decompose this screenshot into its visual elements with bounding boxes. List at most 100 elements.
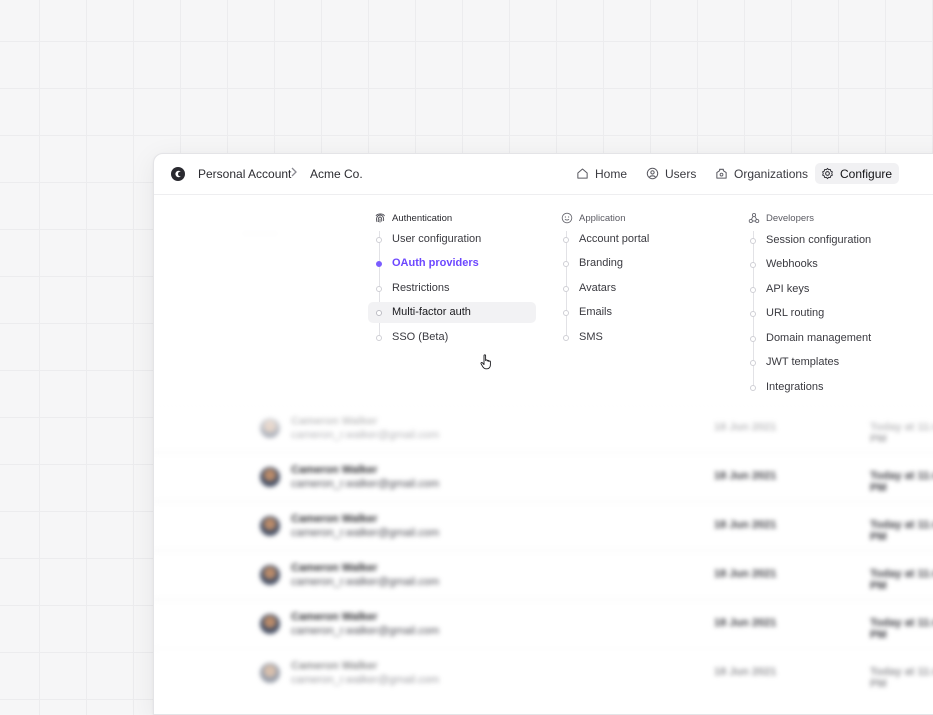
- menu-item-sms[interactable]: SMS: [555, 327, 723, 348]
- menu-item-sso-beta[interactable]: SSO (Beta): [368, 327, 536, 348]
- menu-item-restrictions[interactable]: Restrictions: [368, 278, 536, 299]
- app-window: Personal Account Acme Co. Home Users Org…: [153, 153, 933, 715]
- menu-item-multi-factor-auth[interactable]: Multi-factor auth: [368, 302, 536, 323]
- nav-home-label: Home: [595, 166, 628, 181]
- menu-heading-developers-label: Developers: [766, 212, 815, 224]
- user-last-signed-in: Today at 11:48 PM: [870, 617, 933, 641]
- menu-bullet: [376, 334, 382, 341]
- user-name: Cameron Walker: [291, 611, 378, 623]
- table-row[interactable]: Cameron Walker cameron_r.walker@gmail.com…: [154, 599, 933, 649]
- user-email: cameron_r.walker@gmail.com: [291, 674, 440, 686]
- user-avatar: [260, 565, 280, 585]
- menu-item-oauth-providers[interactable]: OAuth providers: [368, 253, 536, 274]
- menu-item-user-configuration[interactable]: User configuration: [368, 229, 536, 250]
- menu-fade: [154, 394, 933, 438]
- menu-bullet: [563, 285, 569, 292]
- table-row[interactable]: Cameron Walker cameron_r.walker@gmail.com…: [154, 550, 933, 600]
- table-row[interactable]: Cameron Walker cameron_r.walker@gmail.com…: [154, 648, 933, 698]
- webhook-icon: [748, 212, 760, 224]
- nav-users[interactable]: Users: [646, 163, 696, 184]
- menu-item-label: User configuration: [392, 233, 482, 245]
- user-last-signed-in: Today at 11:48 PM: [870, 470, 933, 494]
- menu-item-jwt-templates[interactable]: JWT templates: [742, 352, 910, 373]
- menu-item-label: Avatars: [579, 282, 617, 294]
- breadcrumb-account[interactable]: Personal Account: [198, 167, 291, 181]
- menu-heading-authentication-label: Authentication: [392, 212, 453, 224]
- user-last-signed-in: Today at 11:48 PM: [870, 666, 933, 690]
- app-logo-icon[interactable]: [170, 166, 186, 182]
- menu-bullet: [563, 334, 569, 341]
- user-created-date: 18 Jun 2021: [714, 470, 777, 482]
- user-email: cameron_r.walker@gmail.com: [291, 625, 440, 637]
- user-avatar: [260, 663, 280, 683]
- menu-item-label: API keys: [766, 283, 810, 295]
- user-email: cameron_r.walker@gmail.com: [291, 576, 440, 588]
- menu-item-label: Branding: [579, 257, 624, 269]
- pointer-hand-icon: [480, 354, 491, 370]
- menu-item-label: Session configuration: [766, 234, 872, 246]
- menu-bullet: [750, 286, 756, 293]
- breadcrumb-organization[interactable]: Acme Co.: [310, 167, 363, 181]
- nav-home[interactable]: Home: [576, 163, 627, 184]
- menu-item-label: Multi-factor auth: [392, 306, 471, 318]
- user-created-date: 18 Jun 2021: [714, 519, 777, 531]
- menu-item-label: SSO (Beta): [392, 331, 449, 343]
- configure-mega-menu: Authentication User configuration OAuth …: [154, 195, 933, 405]
- menu-bullet: [750, 261, 756, 268]
- menu-item-label: Webhooks: [766, 258, 818, 270]
- menu-item-avatars[interactable]: Avatars: [555, 278, 723, 299]
- user-name: Cameron Walker: [291, 464, 378, 476]
- menu-item-url-routing[interactable]: URL routing: [742, 303, 910, 324]
- menu-bullet: [750, 384, 756, 391]
- menu-heading-application: Application: [561, 212, 625, 224]
- menu-item-account-portal[interactable]: Account portal: [555, 229, 723, 250]
- user-last-signed-in: Today at 11:48 PM: [870, 519, 933, 543]
- nav-configure[interactable]: Configure: [815, 163, 900, 184]
- table-row[interactable]: Cameron Walker cameron_r.walker@gmail.com…: [154, 452, 933, 502]
- user-circle-icon: [646, 167, 659, 180]
- user-email: cameron_r.walker@gmail.com: [291, 478, 440, 490]
- user-created-date: 18 Jun 2021: [714, 568, 777, 580]
- menu-item-session-configuration[interactable]: Session configuration: [742, 230, 910, 251]
- user-name: Cameron Walker: [291, 562, 378, 574]
- user-name: Cameron Walker: [291, 513, 378, 525]
- menu-item-emails[interactable]: Emails: [555, 302, 723, 323]
- menu-item-label: OAuth providers: [392, 257, 479, 269]
- menu-bullet: [376, 309, 382, 316]
- menu-bullet: [750, 237, 756, 244]
- table-row[interactable]: Cameron Walker cameron_r.walker@gmail.com…: [154, 501, 933, 551]
- menu-item-api-keys[interactable]: API keys: [742, 279, 910, 300]
- user-avatar: [260, 614, 280, 634]
- menu-heading-application-label: Application: [579, 212, 626, 224]
- menu-bullet: [563, 309, 569, 316]
- nav-organizations[interactable]: Organizations: [715, 163, 808, 184]
- gear-icon: [822, 167, 833, 180]
- user-last-signed-in: Today at 11:48 PM: [870, 568, 933, 592]
- user-name: Cameron Walker: [291, 660, 378, 672]
- menu-bullet: [563, 260, 569, 267]
- menu-bullet: [750, 335, 756, 342]
- menu-bullet: [376, 260, 382, 267]
- menu-item-label: Restrictions: [392, 282, 450, 294]
- user-created-date: 18 Jun 2021: [714, 617, 777, 629]
- menu-bullet: [750, 310, 756, 317]
- menu-item-label: Integrations: [766, 381, 824, 393]
- menu-bullet: [563, 236, 569, 243]
- user-avatar: [260, 467, 280, 487]
- menu-heading-developers: Developers: [748, 212, 814, 224]
- smiley-icon: [561, 212, 573, 224]
- nav-users-label: Users: [665, 166, 697, 181]
- nav-configure-label: Configure: [840, 166, 893, 181]
- chevron-right-icon: [291, 167, 297, 177]
- home-icon: [577, 168, 588, 179]
- menu-bullet: [750, 359, 756, 366]
- menu-item-webhooks[interactable]: Webhooks: [742, 254, 910, 275]
- menu-item-label: Emails: [579, 306, 613, 318]
- fingerprint-icon: [375, 213, 385, 223]
- menu-item-domain-management[interactable]: Domain management: [742, 328, 910, 349]
- menu-item-label: SMS: [579, 331, 603, 343]
- menu-item-label: Domain management: [766, 332, 872, 344]
- menu-item-branding[interactable]: Branding: [555, 253, 723, 274]
- menu-bullet: [376, 285, 382, 292]
- user-email: cameron_r.walker@gmail.com: [291, 527, 440, 539]
